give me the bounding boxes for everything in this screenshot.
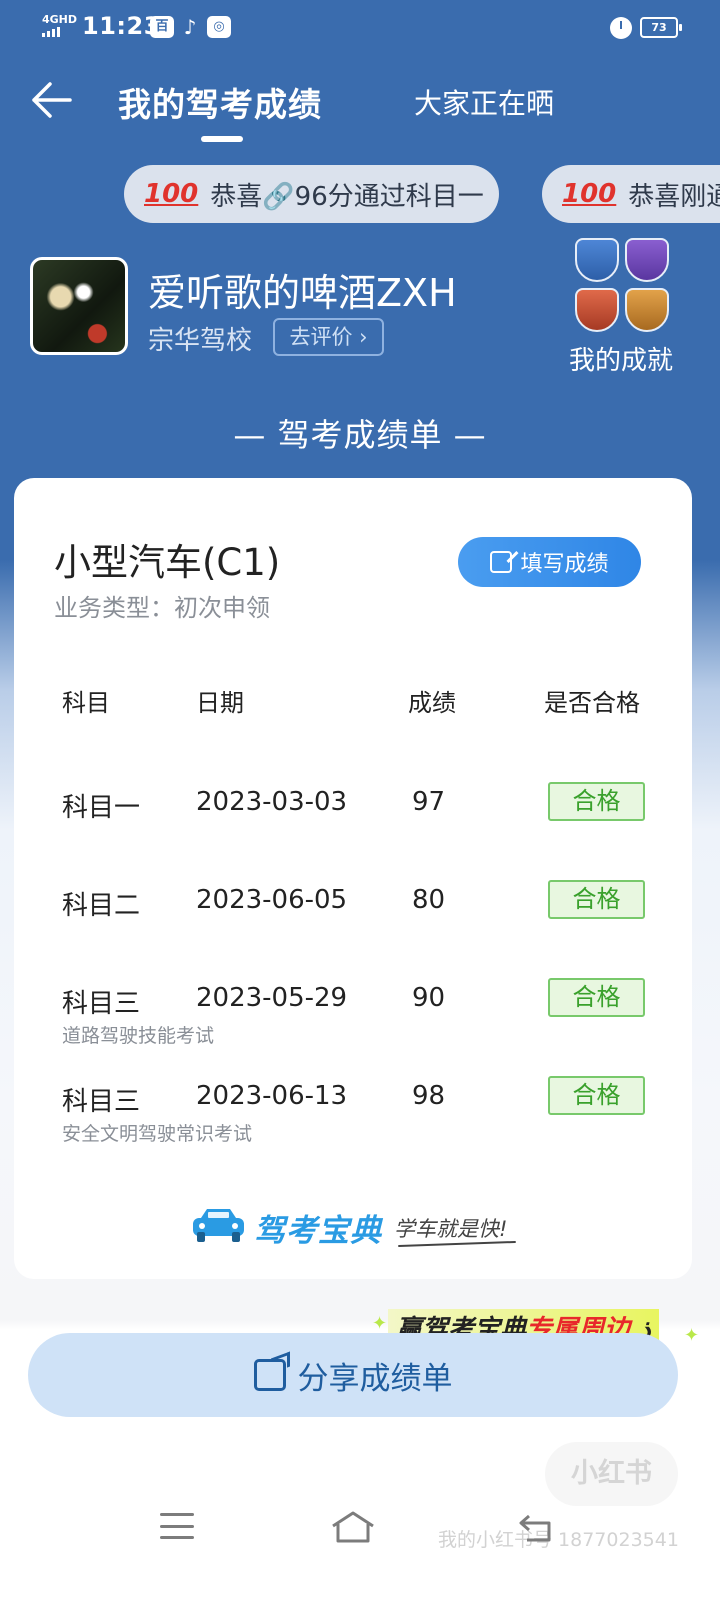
- badge-blue-icon[interactable]: [575, 238, 619, 282]
- rednote-watermark-logo: 小红书: [545, 1442, 678, 1506]
- row-date: 2023-05-29: [196, 983, 348, 1013]
- pass-badge: 合格: [548, 978, 645, 1017]
- nav-menu-icon[interactable]: [160, 1513, 194, 1539]
- battery-level: 73: [651, 21, 667, 34]
- ticker-item[interactable]: 100 恭喜🔗96分通过科目一: [124, 165, 499, 223]
- pass-badge: 合格: [548, 1076, 645, 1115]
- pass-badge: 合格: [548, 782, 645, 821]
- brand-name: 驾考宝典: [254, 1213, 382, 1249]
- watermark-account: 我的小红书号 1877023541: [438, 1529, 679, 1551]
- rate-button-label: 去评价: [289, 325, 353, 349]
- ticker-text: 恭喜刚通: [628, 181, 720, 212]
- achievements-link[interactable]: 我的成就: [569, 340, 673, 377]
- alarm-icon: [610, 17, 632, 39]
- avatar[interactable]: [30, 257, 128, 355]
- badge-purple-icon[interactable]: [625, 238, 669, 282]
- tiktok-icon: ♪: [183, 15, 197, 39]
- row-score: 80: [412, 885, 446, 915]
- car-logo-icon: [193, 1209, 244, 1242]
- hundred-points-icon: 100: [562, 179, 617, 209]
- header-date: 日期: [196, 689, 244, 717]
- row-subject: 科目三: [62, 989, 141, 1019]
- page-title[interactable]: 我的驾考成绩: [118, 78, 322, 126]
- fill-score-label: 填写成绩: [520, 552, 609, 577]
- nav-home-icon[interactable]: [330, 1510, 376, 1544]
- search-app-icon: ◎: [207, 16, 231, 38]
- header-subject: 科目: [62, 689, 110, 717]
- badge-red-icon[interactable]: [575, 288, 619, 332]
- share-label: 分享成绩单: [297, 1360, 453, 1397]
- header-score: 成绩: [408, 689, 456, 717]
- hundred-points-icon: 100: [144, 179, 199, 209]
- badge-gold-icon[interactable]: [625, 288, 669, 332]
- business-type: 业务类型：初次申领: [54, 594, 270, 622]
- row-date: 2023-06-13: [196, 1081, 348, 1111]
- row-score: 97: [412, 787, 446, 817]
- status-bar: 4GHD 11:23 百 ♪ ◎ 73: [0, 0, 720, 58]
- edit-icon: [490, 551, 513, 573]
- brand-slogan: 学车就是快!: [394, 1217, 508, 1241]
- row-score: 98: [412, 1081, 446, 1111]
- sparkle-icon: ✦: [372, 1313, 388, 1334]
- row-subject: 科目二: [62, 891, 141, 921]
- rate-school-button[interactable]: 去评价 ›: [273, 318, 384, 356]
- battery-icon: 73: [640, 17, 682, 38]
- vehicle-type: 小型汽车(C1): [54, 541, 281, 584]
- baidu-app-icon: 百: [150, 16, 174, 38]
- header-pass: 是否合格: [544, 689, 640, 717]
- row-subject: 科目一: [62, 793, 141, 823]
- network-type: 4GHD: [42, 13, 78, 26]
- driving-school: 宗华驾校: [148, 326, 253, 356]
- row-date: 2023-06-05: [196, 885, 348, 915]
- fill-score-button[interactable]: 填写成绩: [458, 537, 641, 587]
- section-title: — 驾考成绩单 —: [233, 416, 487, 454]
- row-score: 90: [412, 983, 446, 1013]
- sparkle-icon: ✦: [684, 1325, 700, 1346]
- row-note: 道路驾驶技能考试: [62, 1025, 215, 1047]
- username: 爱听歌的啤酒ZXH: [148, 271, 457, 315]
- share-button[interactable]: 分享成绩单: [28, 1333, 678, 1417]
- row-date: 2023-03-03: [196, 787, 348, 817]
- tab-everyone-sharing[interactable]: 大家正在晒: [414, 82, 554, 122]
- back-arrow-icon[interactable]: [30, 80, 74, 120]
- pass-badge: 合格: [548, 880, 645, 919]
- row-note: 安全文明驾驶常识考试: [62, 1123, 253, 1145]
- ticker-text: 恭喜🔗96分通过科目一: [210, 181, 484, 212]
- signal-icon: [42, 27, 60, 37]
- row-subject: 科目三: [62, 1087, 141, 1117]
- active-tab-indicator: [201, 136, 243, 142]
- nav-back-icon[interactable]: [517, 1512, 557, 1544]
- ticker-item[interactable]: 100 恭喜刚通: [542, 165, 720, 223]
- share-icon: [253, 1359, 286, 1391]
